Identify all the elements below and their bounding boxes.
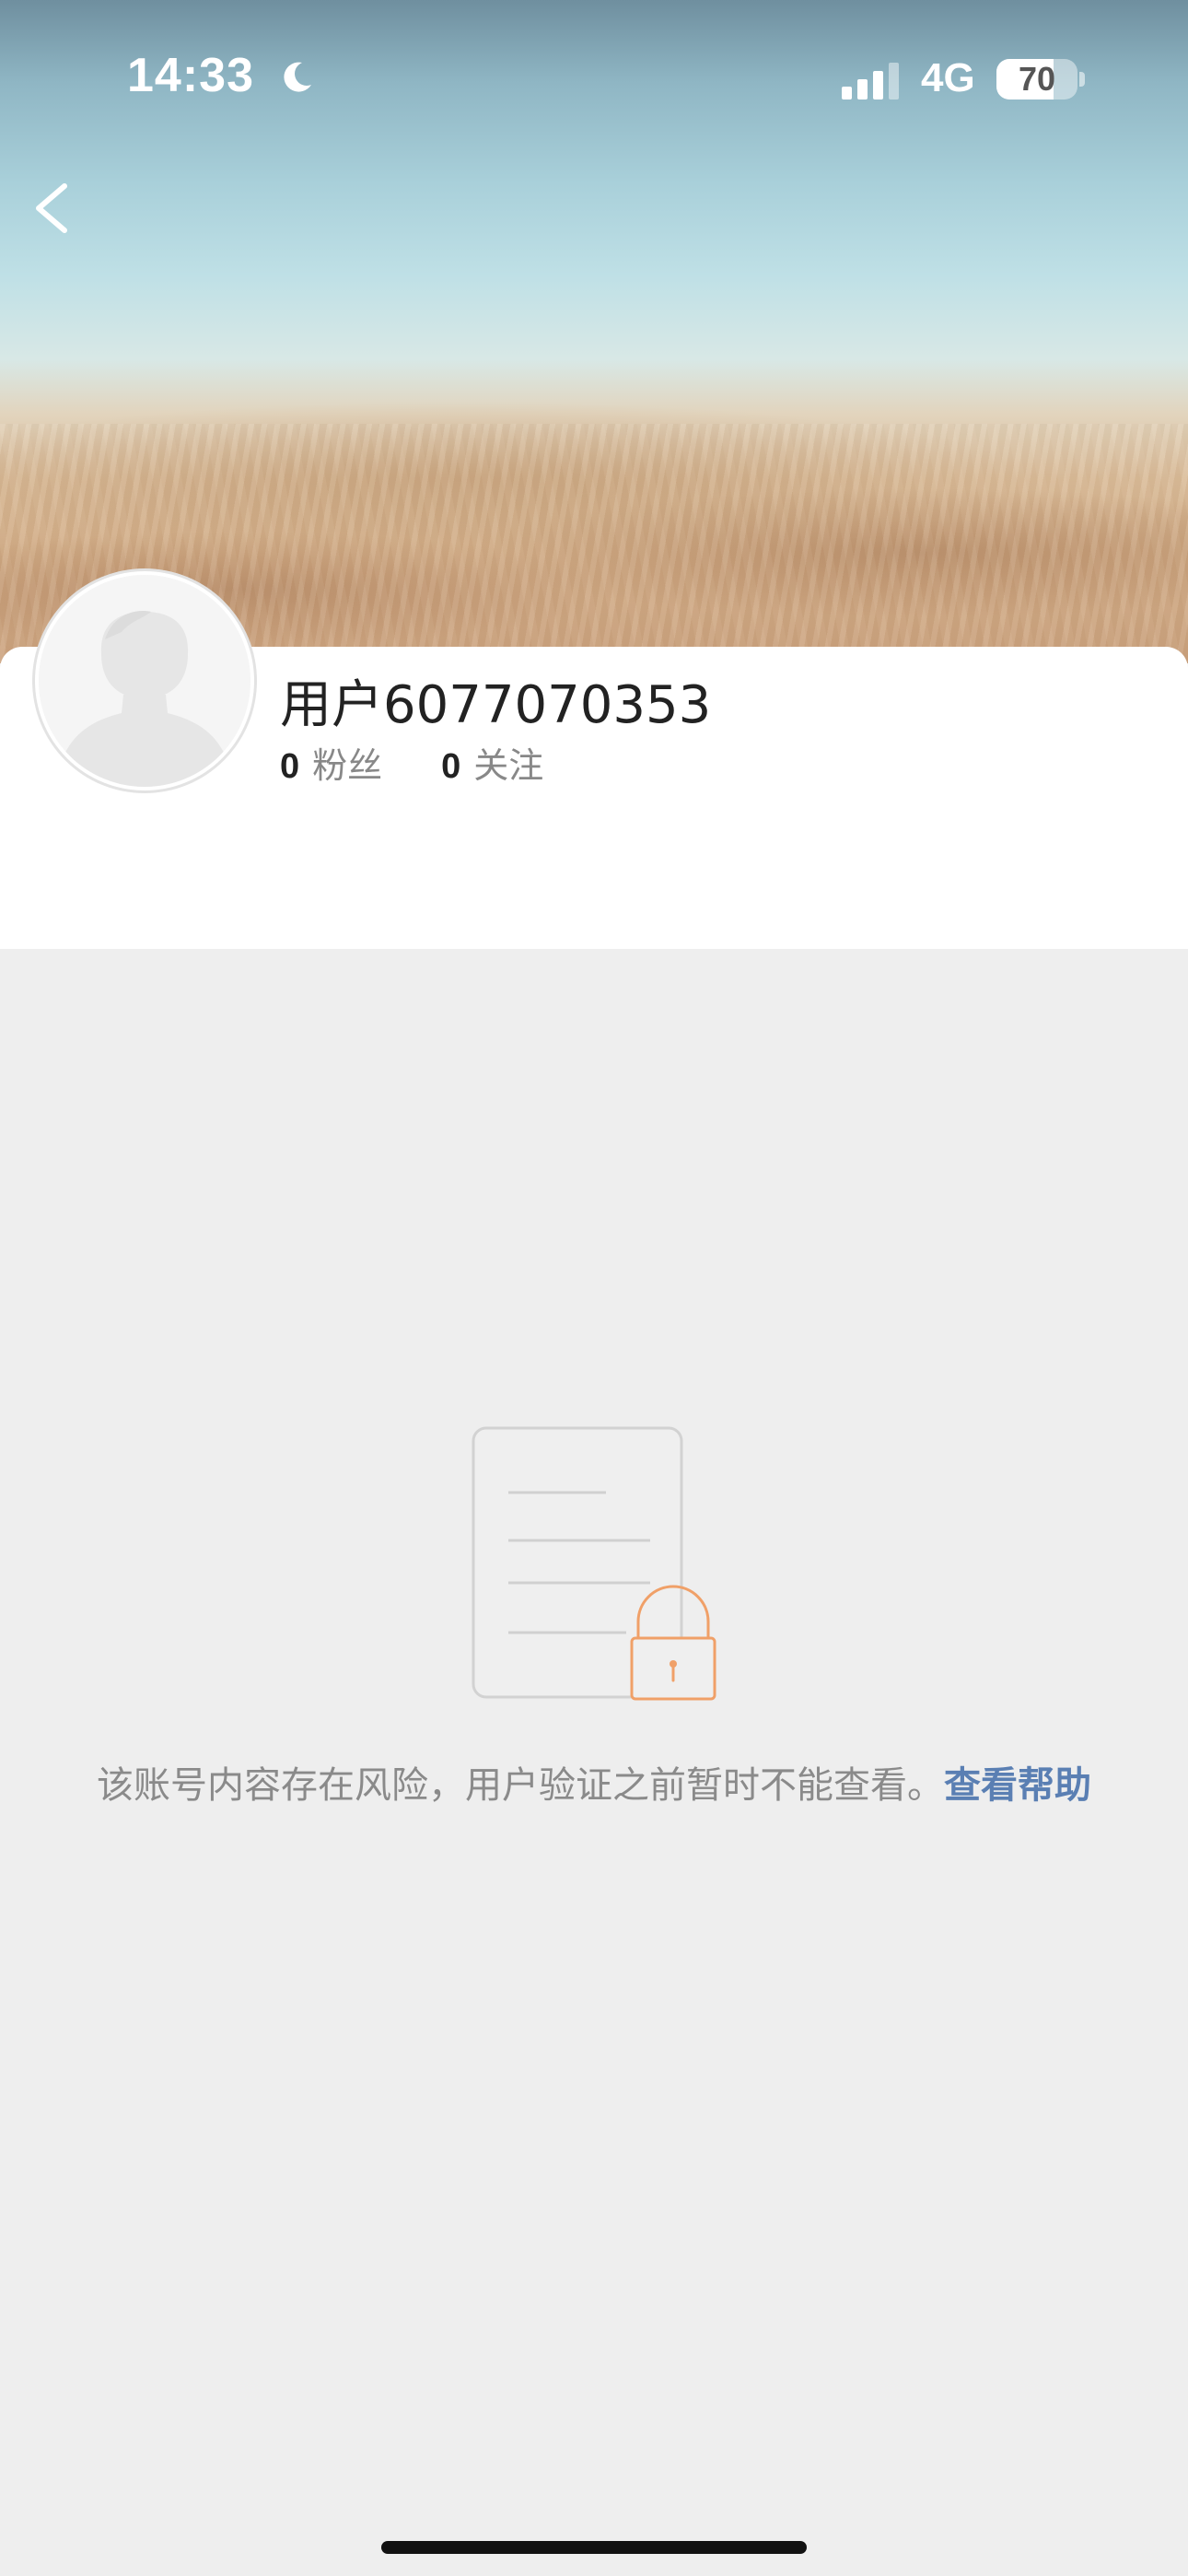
back-button[interactable] (18, 166, 92, 249)
status-time: 14:33 (127, 49, 254, 102)
following-stat[interactable]: 0 关注 (441, 737, 543, 788)
battery-tip (1079, 72, 1085, 87)
avatar[interactable] (35, 571, 254, 790)
username: 用户6077070353 (280, 675, 712, 735)
battery-icon: 70 (996, 59, 1085, 100)
following-count: 0 (441, 747, 461, 786)
profile-stats: 0 粉丝 0 关注 (280, 737, 602, 788)
status-bar: 14:33 4G 70 (0, 0, 1188, 157)
followers-count: 0 (280, 747, 300, 786)
locked-notice: 该账号内容存在风险，用户验证之前暂时不能查看。查看帮助 (92, 1760, 1096, 1811)
followers-label: 粉丝 (312, 745, 383, 786)
moon-icon (284, 62, 311, 92)
battery-body: 70 (996, 59, 1077, 100)
avatar-placeholder-icon (39, 575, 250, 787)
back-arrow-icon (36, 183, 67, 233)
locked-message: 该账号内容存在风险，用户验证之前暂时不能查看。 (97, 1764, 944, 1807)
signal-icon (842, 63, 899, 100)
home-indicator (381, 2541, 807, 2554)
following-label: 关注 (473, 745, 544, 786)
network-type: 4G (921, 55, 975, 100)
battery-level: 70 (1018, 60, 1056, 98)
profile-screen: 14:33 4G 70 用户6077070353 0 粉丝 0 关注 该账号内容… (0, 0, 1188, 2576)
followers-stat[interactable]: 0 粉丝 (280, 737, 382, 788)
help-link[interactable]: 查看帮助 (944, 1764, 1091, 1807)
locked-content-illustration (472, 1426, 716, 1701)
